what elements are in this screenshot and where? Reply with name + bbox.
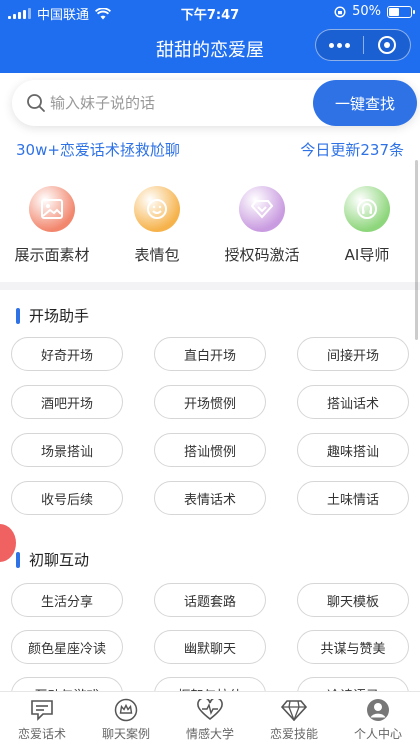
quick-item-label: AI导师: [344, 246, 390, 264]
quick-item-activate-code[interactable]: 授权码激活: [212, 186, 312, 265]
chip-pickup-lines[interactable]: 搭讪话术: [297, 385, 409, 419]
search-bar: 一键查找: [12, 80, 417, 126]
promo-update-count[interactable]: 今日更新237条: [300, 139, 404, 160]
headset-icon: [344, 186, 390, 232]
chip-fun-pickup[interactable]: 趣味搭讪: [297, 433, 409, 467]
chip-curious-opening[interactable]: 好奇开场: [11, 337, 123, 371]
quick-menu: 展示面素材 表情包 授权码激活 AI导师: [0, 186, 420, 266]
section-title-opening: 开场助手: [16, 305, 89, 326]
quick-item-label: 授权码激活: [224, 246, 300, 264]
quick-item-label: 展示面素材: [14, 246, 90, 264]
user-icon: [364, 698, 392, 722]
tab-chat-cases[interactable]: 聊天案例: [84, 692, 168, 747]
quick-item-display-materials[interactable]: 展示面素材: [2, 186, 102, 265]
tab-love-talk[interactable]: 恋爱话术: [0, 692, 84, 747]
chip-praise[interactable]: 共谋与赞美: [297, 630, 409, 664]
chip-cheesy-lines[interactable]: 土味情话: [297, 481, 409, 515]
floating-button[interactable]: [0, 524, 16, 562]
quick-item-stickers[interactable]: 表情包: [107, 186, 207, 265]
chip-opening-routine[interactable]: 开场惯例: [154, 385, 266, 419]
chip-humor-chat[interactable]: 幽默聊天: [154, 630, 266, 664]
header: 中国联通 下午7:47 50% 甜甜的恋爱屋: [0, 0, 420, 73]
scrollbar[interactable]: [415, 160, 418, 340]
more-button[interactable]: [316, 30, 363, 60]
chip-color-zodiac[interactable]: 颜色星座冷读: [11, 630, 123, 664]
rotation-lock-icon: [334, 5, 346, 18]
diamond-icon: [280, 698, 308, 722]
miniprogram-capsule: [315, 29, 411, 61]
battery-icon: [387, 5, 415, 18]
image-icon: [29, 186, 75, 232]
promo-slogan[interactable]: 30w+恋爱话术拯救尬聊: [16, 139, 180, 160]
chip-pickup-routine[interactable]: 搭讪惯例: [154, 433, 266, 467]
crown-icon: [112, 698, 140, 722]
quick-item-label: 表情包: [134, 246, 180, 264]
tab-love-university[interactable]: 情感大学: [168, 692, 252, 747]
battery-percent: 50%: [352, 4, 381, 19]
chip-life-sharing[interactable]: 生活分享: [11, 583, 123, 617]
chat-icon: [28, 698, 56, 722]
search-icon: [27, 94, 45, 112]
chip-direct-opening[interactable]: 直白开场: [154, 337, 266, 371]
search-button[interactable]: 一键查找: [313, 80, 417, 126]
chip-indirect-opening[interactable]: 间接开场: [297, 337, 409, 371]
chip-after-number[interactable]: 收号后续: [11, 481, 123, 515]
chip-topic-routine[interactable]: 话题套路: [154, 583, 266, 617]
search-input[interactable]: [50, 90, 310, 116]
quick-item-ai-mentor[interactable]: AI导师: [317, 186, 417, 265]
tab-love-skills[interactable]: 恋爱技能: [252, 692, 336, 747]
more-icon: [328, 42, 350, 48]
tab-bar: 恋爱话术 聊天案例 情感大学 恋爱技能 个人中心: [0, 691, 420, 747]
close-circle-icon: [377, 36, 396, 54]
diamond-icon: [239, 186, 285, 232]
heart-icon: [196, 698, 224, 722]
chip-emoji-talk[interactable]: 表情话术: [154, 481, 266, 515]
section-title-early-chat: 初聊互动: [16, 549, 89, 570]
chip-chat-template[interactable]: 聊天模板: [297, 583, 409, 617]
status-bar: 中国联通 下午7:47 50%: [0, 0, 420, 24]
section-divider: [0, 282, 420, 290]
chip-bar-opening[interactable]: 酒吧开场: [11, 385, 123, 419]
close-button[interactable]: [363, 30, 410, 60]
chip-scene-pickup[interactable]: 场景搭讪: [11, 433, 123, 467]
tab-profile[interactable]: 个人中心: [336, 692, 420, 747]
smile-icon: [134, 186, 180, 232]
